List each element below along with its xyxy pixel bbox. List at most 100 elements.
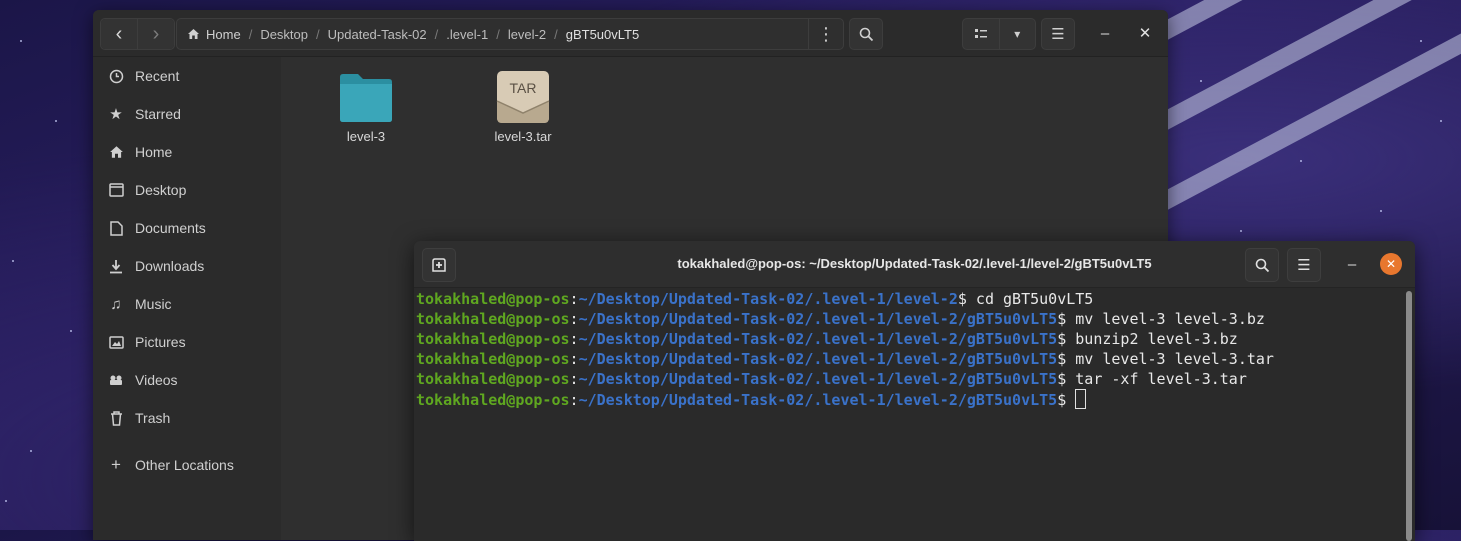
terminal-line: tokakhaled@pop-os:~/Desktop/Updated-Task… (416, 389, 1401, 410)
command-text: bunzip2 level-3.bz (1075, 330, 1238, 348)
prompt-path: ~/Desktop/Updated-Task-02/.level-1/level… (578, 370, 1058, 388)
sidebar-item-label: Other Locations (135, 457, 234, 473)
terminal-search-button[interactable] (1245, 248, 1279, 282)
minimize-icon: – (1347, 255, 1357, 273)
home-icon (188, 29, 199, 39)
chevron-right-icon: › (152, 22, 160, 45)
file-name: level-3 (346, 129, 386, 144)
terminal-line: tokakhaled@pop-os:~/Desktop/Updated-Task… (416, 330, 1238, 348)
star-icon: ★ (109, 106, 123, 123)
breadcrumb-label: Home (206, 26, 241, 42)
hamburger-menu-icon: ☰ (1297, 257, 1311, 274)
sidebar-item-other-locations[interactable]: + Other Locations (93, 446, 281, 484)
command-text: cd gBT5u0vLT5 (975, 290, 1094, 308)
terminal-scrollbar[interactable] (1406, 291, 1412, 541)
sidebar-item-recent[interactable]: Recent (93, 57, 281, 95)
command-text: mv level-3 level-3.tar (1075, 350, 1274, 368)
terminal-output[interactable]: tokakhaled@pop-os:~/Desktop/Updated-Task… (416, 289, 1401, 541)
terminal-line: tokakhaled@pop-os:~/Desktop/Updated-Task… (416, 350, 1274, 368)
close-icon: ✕ (1385, 257, 1397, 271)
sidebar-item-downloads[interactable]: Downloads (93, 247, 281, 285)
sidebar-item-label: Recent (135, 68, 180, 84)
breadcrumb-updated-task[interactable]: Updated-Task-02 (320, 27, 435, 42)
sidebar-item-label: Downloads (135, 258, 205, 274)
file-item-archive[interactable]: TAR level-3.tar (468, 69, 578, 144)
sidebar-item-label: Documents (135, 220, 206, 236)
video-icon (107, 371, 125, 389)
view-options-dropdown[interactable]: ▾ (998, 19, 1036, 49)
sidebar-item-pictures[interactable]: Pictures (93, 323, 281, 361)
terminal-menu-button[interactable]: ☰ (1287, 248, 1321, 282)
forward-button[interactable]: › (137, 19, 174, 49)
command-text: tar -xf level-3.tar (1075, 370, 1247, 388)
navigation-buttons: ‹ › (100, 18, 175, 50)
breadcrumb-desktop[interactable]: Desktop (252, 27, 316, 42)
terminal-cursor (1075, 389, 1087, 409)
breadcrumb-home[interactable]: Home (177, 27, 249, 42)
close-button[interactable]: ✕ (1134, 22, 1156, 44)
search-icon (1255, 258, 1269, 272)
breadcrumb-current[interactable]: gBT5u0vLT5 (558, 27, 647, 42)
sidebar-item-trash[interactable]: Trash (93, 399, 281, 437)
sidebar-item-starred[interactable]: ★ Starred (93, 95, 281, 133)
path-bar: Home / Desktop / Updated-Task-02 / .leve… (176, 18, 844, 50)
music-icon: ♫ (110, 295, 122, 313)
terminal-close-button[interactable]: ✕ (1380, 253, 1402, 275)
sidebar-item-label: Music (135, 296, 172, 312)
chevron-down-icon: ▾ (1014, 27, 1021, 41)
list-view-icon (974, 29, 987, 38)
prompt-user: tokakhaled@pop-os (416, 330, 570, 348)
command-text: mv level-3 level-3.bz (1075, 310, 1265, 328)
terminal-window: tokakhaled@pop-os: ~/Desktop/Updated-Tas… (414, 241, 1415, 541)
prompt-user: tokakhaled@pop-os (416, 350, 570, 368)
more-vertical-icon: ⋮ (817, 23, 835, 44)
search-icon (859, 27, 873, 41)
desktop-icon (107, 181, 125, 199)
list-view-button[interactable] (963, 19, 999, 49)
terminal-line: tokakhaled@pop-os:~/Desktop/Updated-Task… (416, 370, 1247, 388)
sidebar-item-desktop[interactable]: Desktop (93, 171, 281, 209)
minimize-icon: – (1100, 24, 1110, 42)
chevron-left-icon: ‹ (115, 22, 123, 45)
sidebar-item-documents[interactable]: Documents (93, 209, 281, 247)
prompt-path: ~/Desktop/Updated-Task-02/.level-1/level… (578, 330, 1058, 348)
sidebar-item-label: Pictures (135, 334, 186, 350)
file-manager-header: ‹ › Home / Desktop / Updated-Task-02 / .… (93, 10, 1168, 57)
folder-icon (340, 74, 392, 122)
sidebar-item-music[interactable]: ♫ Music (93, 285, 281, 323)
places-sidebar: Recent ★ Starred Home Desktop Documents … (93, 57, 281, 540)
prompt-user: tokakhaled@pop-os (416, 310, 570, 328)
plus-icon: + (111, 455, 121, 474)
back-button[interactable]: ‹ (101, 19, 137, 49)
prompt-user: tokakhaled@pop-os (416, 370, 570, 388)
breadcrumb-level-1[interactable]: .level-1 (438, 27, 496, 42)
hamburger-menu-icon: ☰ (1051, 26, 1065, 43)
terminal-line: tokakhaled@pop-os:~/Desktop/Updated-Task… (416, 290, 1094, 308)
home-icon (107, 143, 125, 161)
document-icon (107, 219, 125, 237)
picture-icon (107, 333, 125, 351)
trash-icon (107, 409, 125, 427)
close-icon: ✕ (1138, 25, 1152, 42)
sidebar-item-home[interactable]: Home (93, 133, 281, 171)
file-name: level-3.tar (494, 129, 552, 144)
archive-icon: TAR (496, 71, 550, 123)
file-item-folder[interactable]: level-3 (311, 69, 421, 144)
sidebar-item-videos[interactable]: Videos (93, 361, 281, 399)
clock-icon (107, 67, 125, 85)
terminal-minimize-button[interactable]: – (1341, 253, 1363, 275)
path-menu-button[interactable]: ⋮ (808, 19, 843, 49)
prompt-path: ~/Desktop/Updated-Task-02/.level-1/level… (578, 391, 1058, 409)
sidebar-item-label: Starred (135, 106, 181, 122)
prompt-path: ~/Desktop/Updated-Task-02/.level-1/level… (578, 290, 958, 308)
minimize-button[interactable]: – (1094, 22, 1116, 44)
prompt-path: ~/Desktop/Updated-Task-02/.level-1/level… (578, 350, 1058, 368)
main-menu-button[interactable]: ☰ (1041, 18, 1075, 50)
prompt-user: tokakhaled@pop-os (416, 290, 570, 308)
search-button[interactable] (849, 18, 883, 50)
sidebar-item-label: Desktop (135, 182, 187, 198)
breadcrumb-level-2[interactable]: level-2 (500, 27, 554, 42)
archive-badge-text: TAR (510, 80, 537, 96)
download-icon (107, 257, 125, 275)
sidebar-item-label: Trash (135, 410, 171, 426)
